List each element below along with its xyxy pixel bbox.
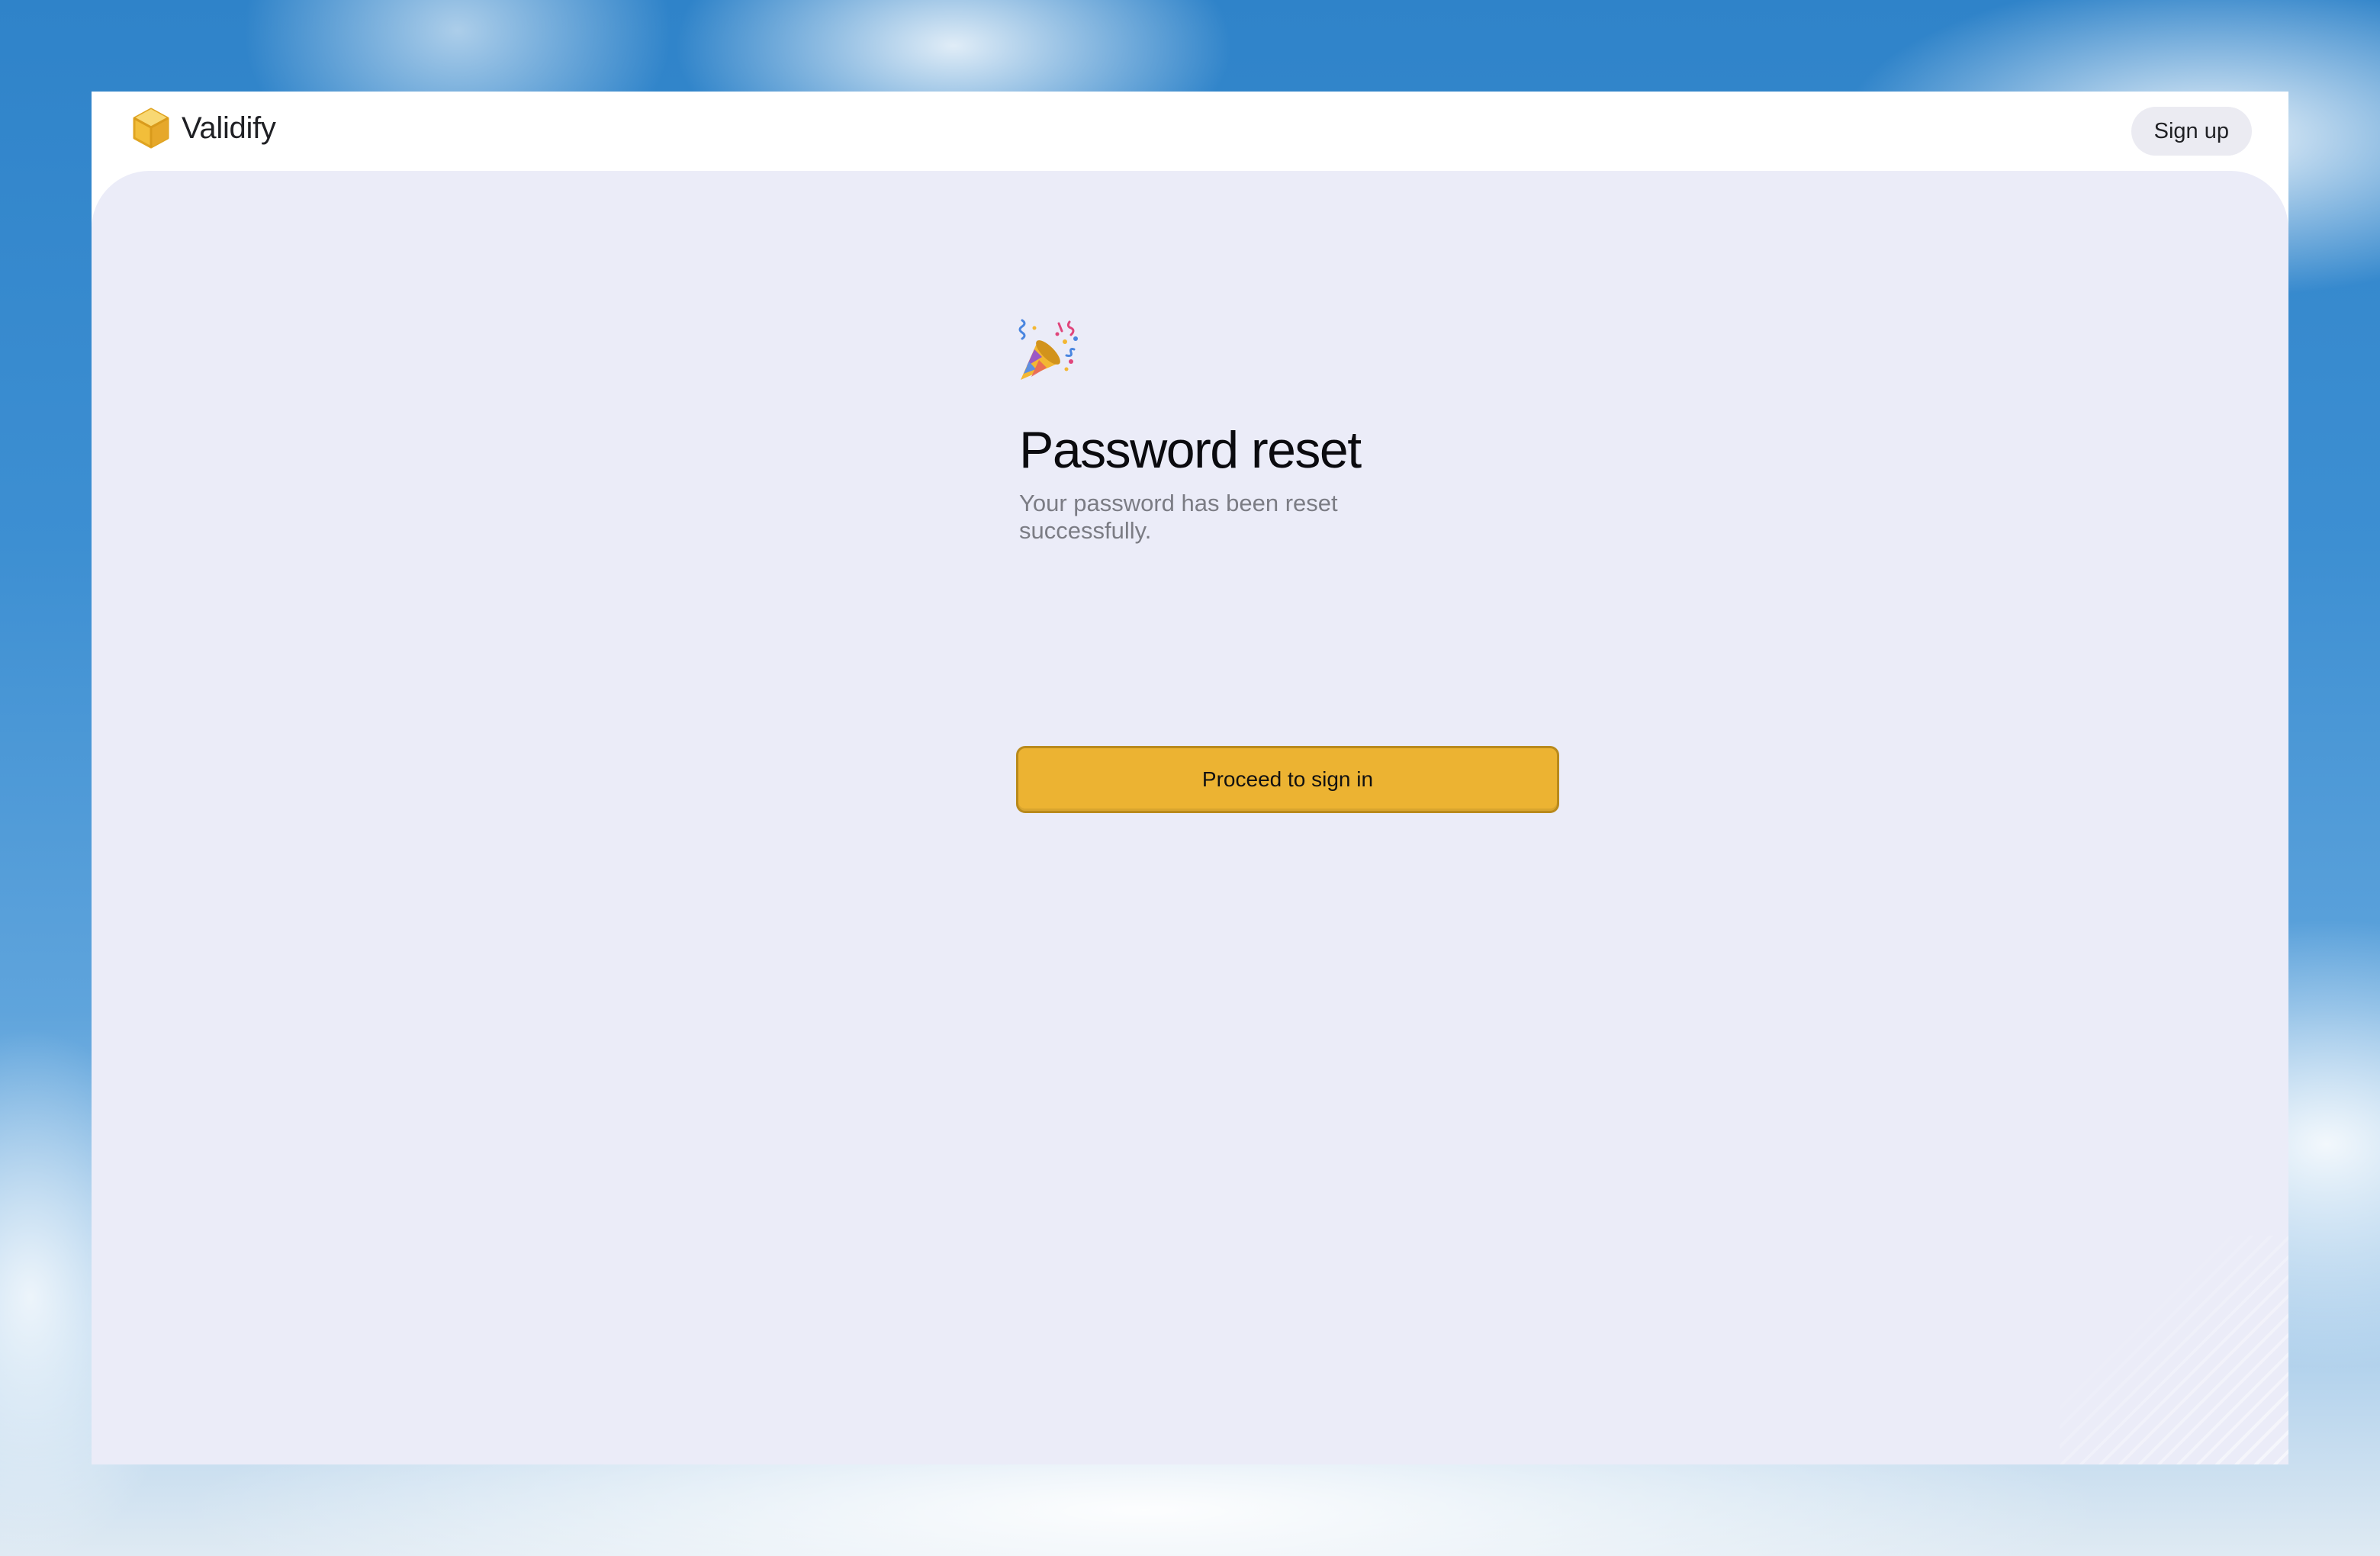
desktop-background: Validify Sign up Password reset Your pas… [0, 0, 2380, 1556]
brand[interactable]: Validify [131, 107, 276, 149]
decorative-stripes [2060, 1236, 2288, 1464]
app-window: Validify Sign up Password reset Your pas… [92, 92, 2288, 1464]
page-subtitle: Your password has been reset successfull… [1019, 490, 1338, 544]
password-reset-card: Password reset Your password has been re… [925, 319, 1559, 813]
party-popper-icon [1018, 319, 1078, 380]
proceed-to-sign-in-button[interactable]: Proceed to sign in [1016, 746, 1559, 813]
sign-up-button[interactable]: Sign up [2131, 107, 2252, 156]
top-navigation-bar: Validify Sign up [92, 92, 2288, 171]
main-content-panel: Password reset Your password has been re… [92, 171, 2288, 1464]
page-title: Password reset [1019, 421, 1362, 479]
cube-icon [133, 108, 169, 149]
brand-name: Validify [182, 111, 276, 145]
